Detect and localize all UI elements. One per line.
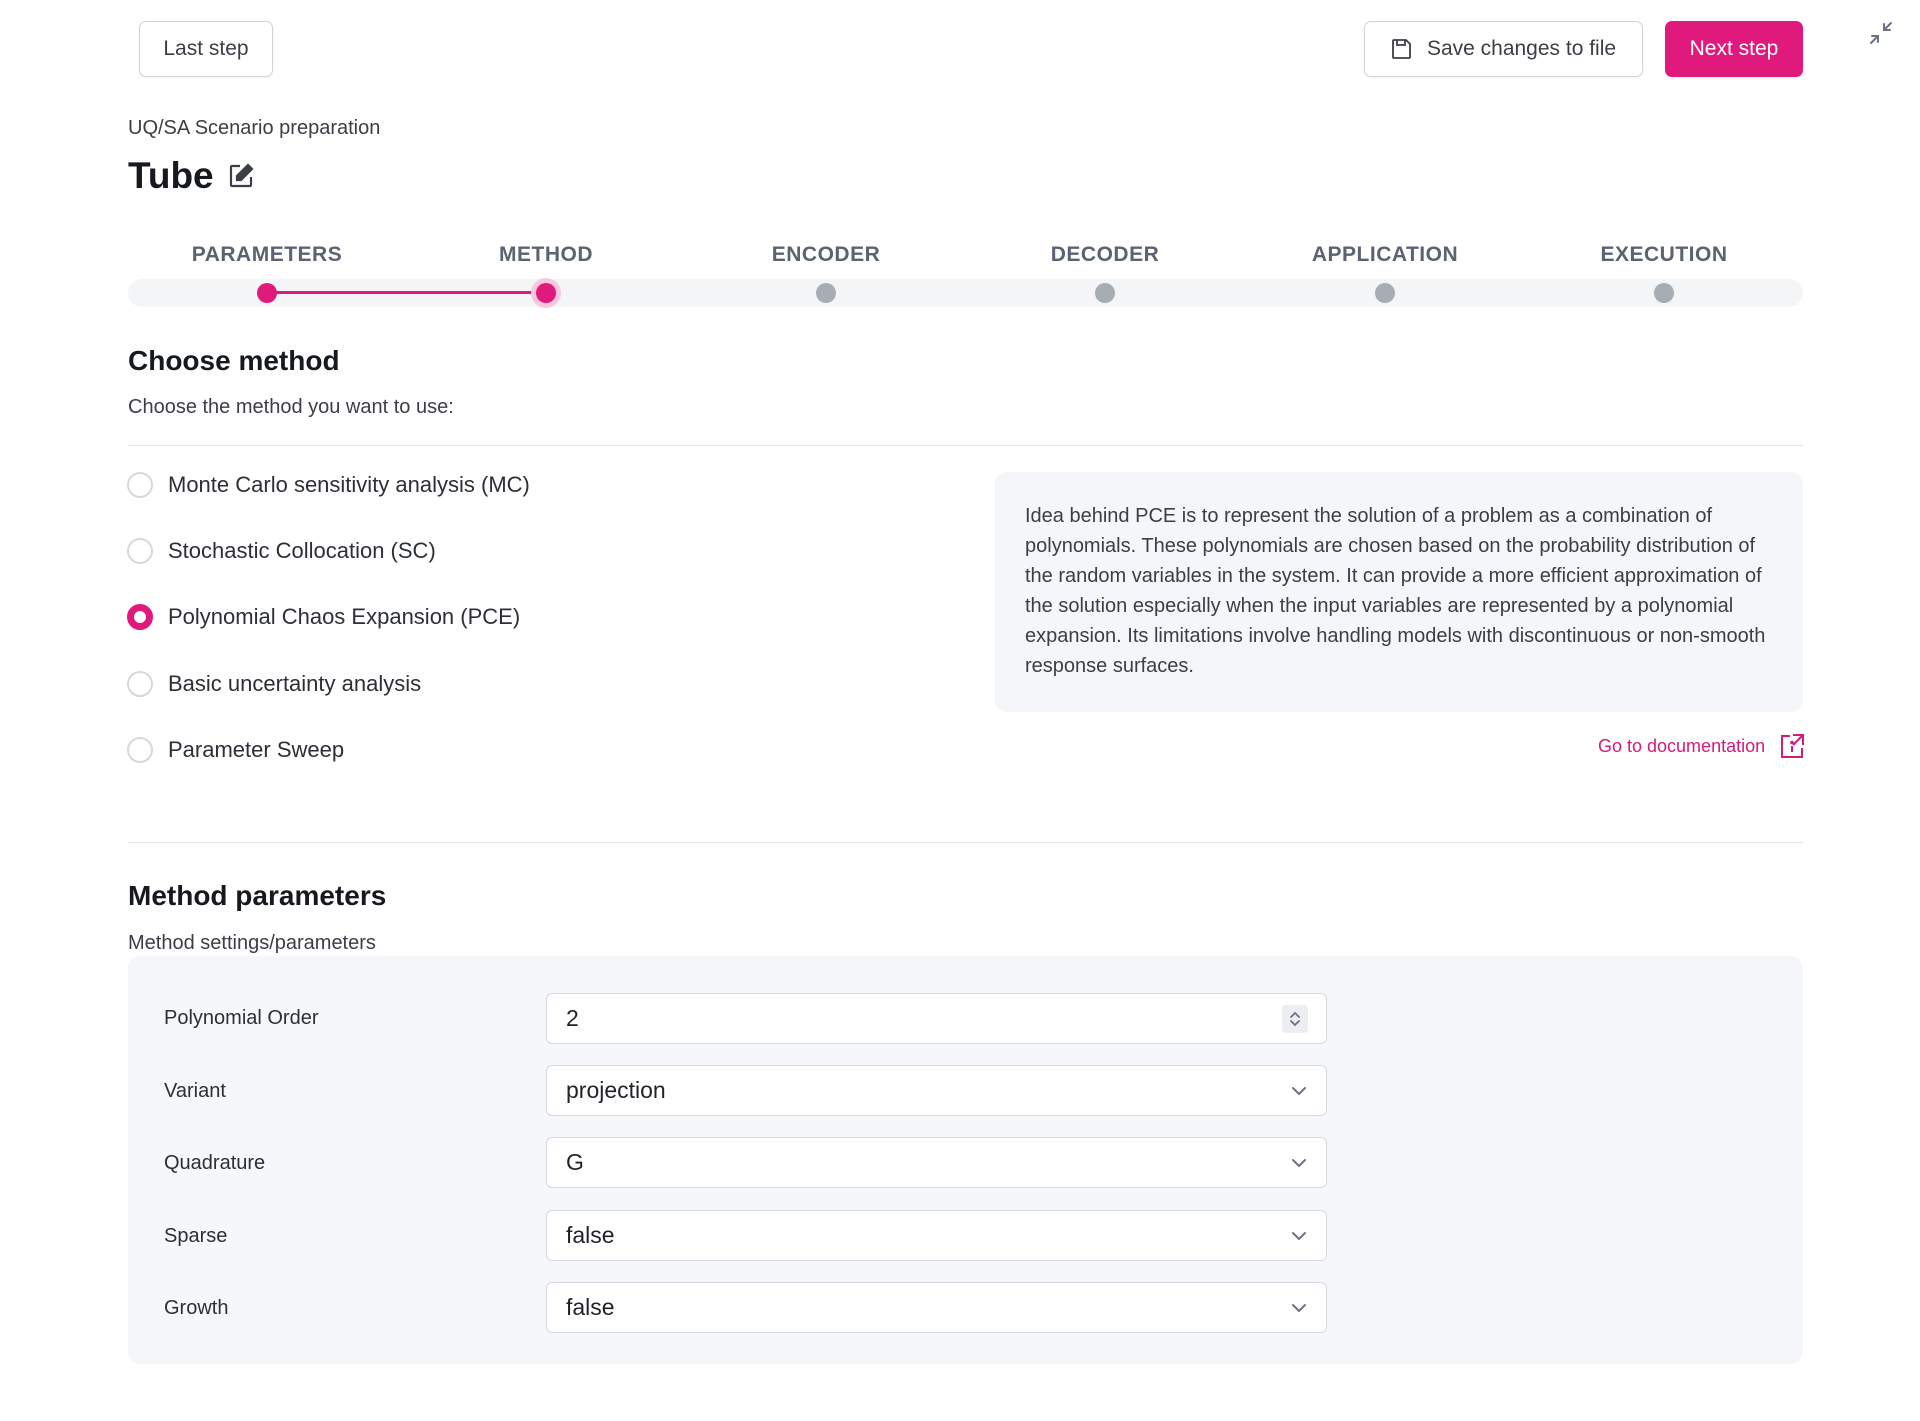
step-dot-execution[interactable] (1654, 283, 1674, 303)
method-option-sweep[interactable]: Parameter Sweep (127, 737, 344, 763)
collapse-icon[interactable] (1868, 20, 1894, 46)
variant-select[interactable]: projection (546, 1065, 1327, 1116)
step-label-parameters[interactable]: PARAMETERS (192, 243, 342, 267)
step-dot-decoder[interactable] (1095, 283, 1115, 303)
choose-method-heading: Choose method (128, 345, 340, 376)
last-step-button[interactable]: Last step (139, 21, 273, 77)
polynomial-order-value: 2 (566, 1005, 579, 1031)
param-label-variant: Variant (164, 1080, 226, 1102)
documentation-link-label: Go to documentation (1598, 735, 1766, 756)
stepper-progress (267, 291, 546, 294)
method-option-basic[interactable]: Basic uncertainty analysis (127, 671, 421, 697)
polynomial-order-input[interactable]: 2 (546, 993, 1327, 1044)
step-label-execution[interactable]: EXECUTION (1600, 243, 1727, 267)
radio-button[interactable] (127, 472, 153, 498)
save-changes-button[interactable]: Save changes to file (1364, 21, 1643, 77)
quadrature-select[interactable]: G (546, 1137, 1327, 1188)
param-label-growth: Growth (164, 1297, 229, 1319)
method-option-pce[interactable]: Polynomial Chaos Expansion (PCE) (127, 604, 520, 630)
method-description-text: Idea behind PCE is to represent the solu… (1025, 505, 1766, 677)
documentation-link[interactable]: Go to documentation (1598, 733, 1805, 759)
chevron-down-icon (1292, 1159, 1306, 1168)
method-parameters-heading: Method parameters (128, 880, 387, 911)
method-option-mc[interactable]: Monte Carlo sensitivity analysis (MC) (127, 472, 530, 498)
radio-button-selected[interactable] (127, 604, 153, 630)
method-parameters-subheading: Method settings/parameters (128, 932, 376, 954)
choose-method-subheading: Choose the method you want to use: (128, 396, 454, 418)
step-dot-method[interactable] (536, 283, 556, 303)
number-stepper[interactable] (1282, 1005, 1308, 1033)
param-label-polynomial-order: Polynomial Order (164, 1007, 319, 1029)
page-title: Tube (128, 155, 254, 197)
growth-value: false (566, 1294, 615, 1320)
param-label-quadrature: Quadrature (164, 1152, 266, 1174)
variant-value: projection (566, 1077, 666, 1103)
method-option-label: Stochastic Collocation (SC) (168, 538, 436, 563)
divider (128, 445, 1803, 446)
radio-button[interactable] (127, 737, 153, 763)
chevron-down-icon (1292, 1087, 1306, 1096)
step-label-decoder[interactable]: DECODER (1051, 243, 1160, 267)
quadrature-value: G (566, 1149, 584, 1175)
scenario-name: Tube (128, 155, 214, 196)
method-option-label: Basic uncertainty analysis (168, 671, 422, 696)
breadcrumb: UQ/SA Scenario preparation (128, 117, 381, 139)
method-option-label: Polynomial Chaos Expansion (PCE) (168, 604, 521, 629)
save-file-icon (1392, 39, 1411, 59)
step-dot-application[interactable] (1375, 283, 1395, 303)
step-dot-parameters[interactable] (257, 283, 277, 303)
step-label-method[interactable]: METHOD (499, 243, 593, 267)
next-step-button[interactable]: Next step (1665, 21, 1803, 77)
radio-button[interactable] (127, 538, 153, 564)
radio-button[interactable] (127, 671, 153, 697)
spin-arrows-icon (1290, 1011, 1300, 1027)
step-dot-encoder[interactable] (816, 283, 836, 303)
method-description: Idea behind PCE is to represent the solu… (995, 472, 1803, 712)
edit-icon[interactable] (228, 163, 254, 189)
divider (128, 842, 1803, 843)
chevron-down-icon (1292, 1304, 1306, 1313)
method-option-label: Parameter Sweep (168, 737, 345, 762)
external-link-icon (1781, 734, 1805, 758)
chevron-down-icon (1292, 1232, 1306, 1241)
sparse-select[interactable]: false (546, 1210, 1327, 1261)
sparse-value: false (566, 1222, 615, 1248)
growth-select[interactable]: false (546, 1282, 1327, 1333)
method-option-sc[interactable]: Stochastic Collocation (SC) (127, 538, 436, 564)
param-label-sparse: Sparse (164, 1225, 228, 1247)
method-option-label: Monte Carlo sensitivity analysis (MC) (168, 472, 530, 497)
save-changes-label: Save changes to file (1426, 37, 1617, 60)
step-label-application[interactable]: APPLICATION (1312, 243, 1458, 267)
step-label-encoder[interactable]: ENCODER (772, 243, 881, 267)
